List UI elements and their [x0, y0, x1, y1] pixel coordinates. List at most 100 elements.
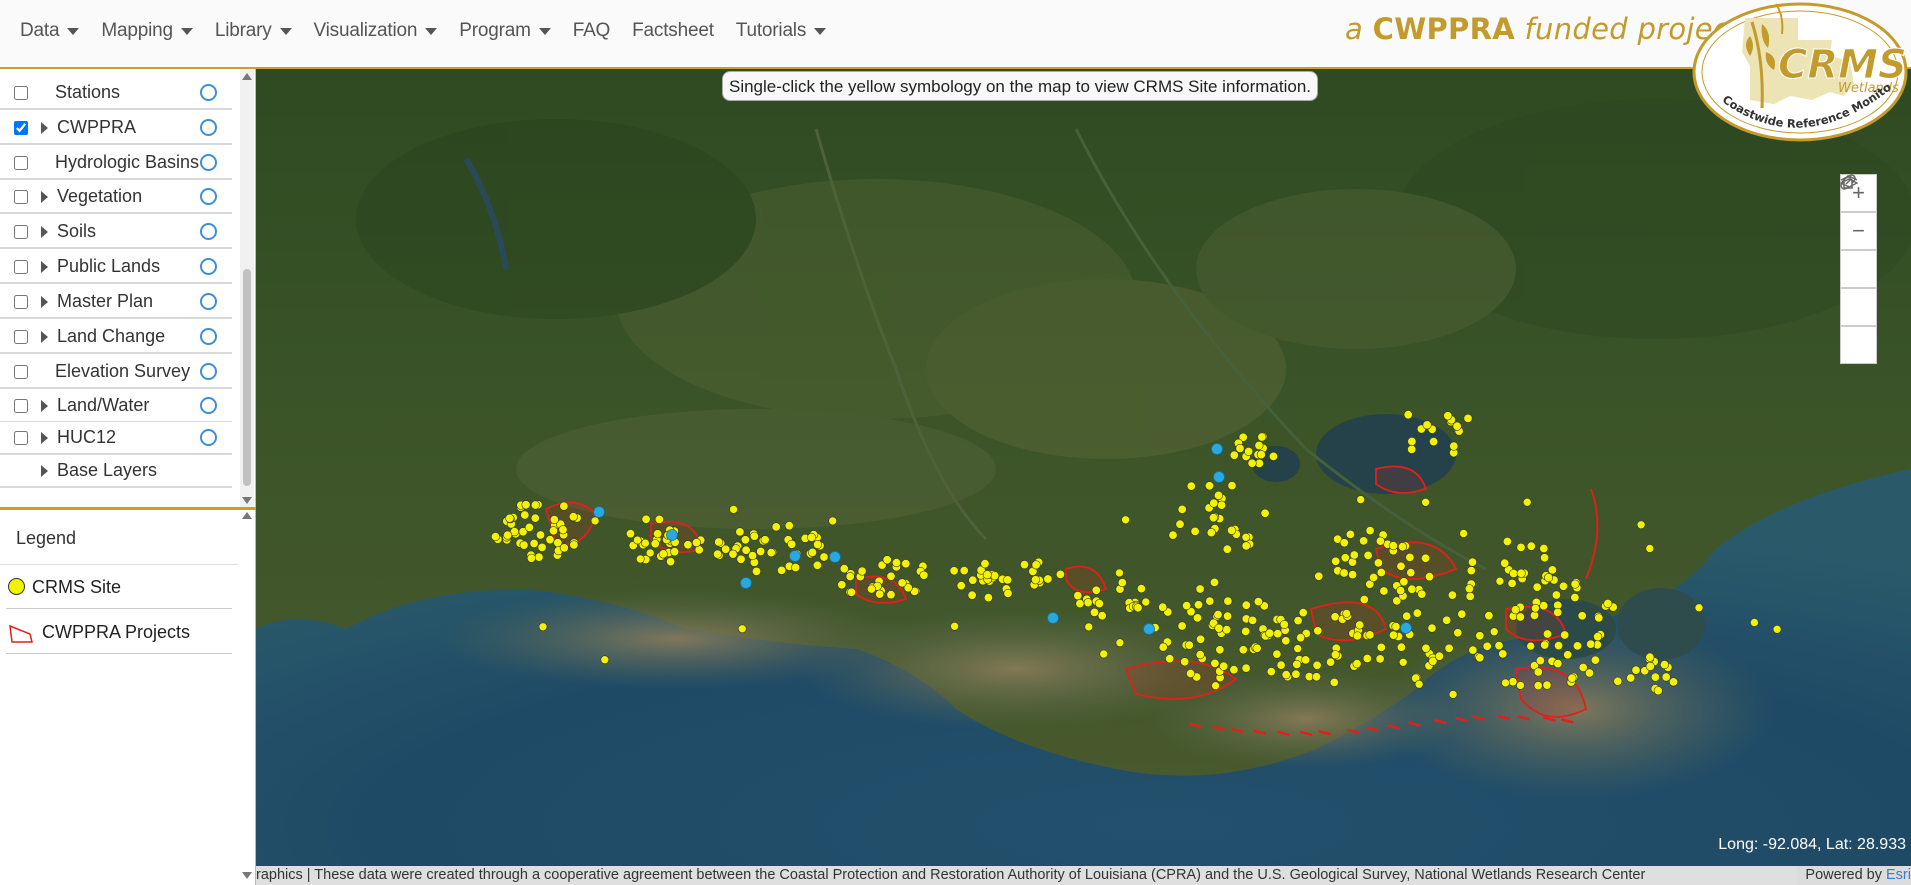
crms-site-marker[interactable] — [654, 514, 664, 524]
crms-site-marker[interactable] — [1177, 621, 1187, 631]
crms-site-marker[interactable] — [1329, 677, 1339, 687]
crms-site-marker[interactable] — [1089, 607, 1099, 617]
crms-site-marker[interactable] — [558, 525, 568, 535]
crms-site-marker[interactable] — [901, 559, 911, 569]
crms-site-marker[interactable] — [1204, 481, 1214, 491]
crms-site-marker[interactable] — [791, 562, 801, 572]
crms-site-marker[interactable] — [1515, 612, 1525, 622]
crms-site-marker[interactable] — [1209, 498, 1219, 508]
crms-site-marker[interactable] — [1403, 410, 1413, 420]
crms-site-marker[interactable] — [1539, 543, 1549, 553]
station-marker[interactable] — [666, 529, 678, 541]
crms-site-marker[interactable] — [1352, 631, 1362, 641]
esri-link[interactable]: Esri — [1886, 867, 1911, 883]
crms-site-marker[interactable] — [1516, 542, 1526, 552]
expand-triangle-icon[interactable] — [41, 121, 48, 134]
opacity-ring-icon[interactable] — [200, 293, 217, 310]
layer-checkbox-land-change[interactable] — [14, 329, 28, 344]
crms-site-marker[interactable] — [1559, 581, 1569, 591]
crms-site-marker[interactable] — [1543, 629, 1553, 639]
crms-site-marker[interactable] — [813, 539, 823, 549]
crms-site-marker[interactable] — [1547, 565, 1557, 575]
crms-site-marker[interactable] — [666, 557, 676, 567]
layer-row-huc12[interactable]: HUC12 — [0, 422, 232, 455]
nav-factsheet[interactable]: Factsheet — [632, 20, 714, 42]
crms-site-marker[interactable] — [1516, 568, 1526, 578]
expand-triangle-icon[interactable] — [41, 330, 48, 343]
crms-site-marker[interactable] — [1229, 450, 1239, 460]
opacity-ring-icon[interactable] — [200, 429, 217, 446]
crms-site-marker[interactable] — [1186, 481, 1196, 491]
layer-checkbox-public-lands[interactable] — [14, 259, 28, 274]
layer-checkbox-cwppra[interactable] — [14, 120, 28, 135]
crms-site-marker[interactable] — [1560, 630, 1570, 640]
crms-site-marker[interactable] — [1210, 658, 1220, 668]
crms-site-marker[interactable] — [635, 554, 645, 564]
crms-site-marker[interactable] — [1117, 578, 1127, 588]
nav-library[interactable]: Library — [215, 20, 292, 42]
layer-row-land-water[interactable]: Land/Water — [0, 390, 232, 423]
crms-site-marker[interactable] — [1459, 529, 1468, 538]
crms-site-marker[interactable] — [1196, 634, 1206, 644]
crms-site-marker[interactable] — [1391, 622, 1401, 632]
crms-site-marker[interactable] — [1186, 668, 1196, 678]
crms-site-marker[interactable] — [1398, 657, 1408, 667]
crms-site-marker[interactable] — [1465, 591, 1475, 601]
layer-row-hydrologic-basins[interactable]: Hydrologic Basins — [0, 147, 232, 180]
crms-site-marker[interactable] — [1406, 568, 1416, 578]
crms-site-marker[interactable] — [1645, 652, 1655, 662]
crms-site-marker[interactable] — [1578, 662, 1588, 672]
crms-site-marker[interactable] — [559, 501, 569, 511]
crms-site-marker[interactable] — [1429, 437, 1439, 447]
crms-site-marker[interactable] — [1362, 653, 1372, 663]
expand-triangle-icon[interactable] — [41, 260, 48, 273]
layer-checkbox-vegetation[interactable] — [14, 189, 28, 204]
crms-site-marker[interactable] — [1542, 680, 1552, 690]
station-marker[interactable] — [740, 577, 752, 589]
crms-site-marker[interactable] — [1184, 640, 1194, 650]
crms-site-marker[interactable] — [1133, 603, 1143, 613]
crms-site-marker[interactable] — [1365, 630, 1375, 640]
crms-site-marker[interactable] — [1241, 600, 1251, 610]
crms-site-marker[interactable] — [1500, 558, 1510, 568]
crms-site-marker[interactable] — [1573, 641, 1583, 651]
crms-site-marker[interactable] — [1533, 667, 1543, 677]
crms-site-marker[interactable] — [982, 570, 992, 580]
crms-site-marker[interactable] — [807, 547, 817, 557]
crms-site-marker[interactable] — [1192, 613, 1202, 623]
layer-row-public-lands[interactable]: Public Lands — [0, 251, 232, 284]
crms-site-marker[interactable] — [1195, 650, 1205, 660]
crms-site-marker[interactable] — [1268, 451, 1278, 461]
home-button[interactable] — [1840, 174, 1877, 288]
crms-site-marker[interactable] — [990, 571, 1000, 581]
expand-triangle-icon[interactable] — [41, 190, 48, 203]
crms-site-marker[interactable] — [1376, 567, 1386, 577]
crms-site-marker[interactable] — [1214, 623, 1224, 633]
crms-site-marker[interactable] — [1265, 628, 1275, 638]
crms-site-marker[interactable] — [1244, 446, 1254, 456]
crms-site-marker[interactable] — [1533, 681, 1543, 691]
crms-site-marker[interactable] — [568, 512, 578, 522]
station-marker[interactable] — [1143, 623, 1155, 635]
crms-site-marker[interactable] — [735, 527, 745, 537]
crms-site-marker[interactable] — [645, 548, 655, 558]
crms-site-marker[interactable] — [787, 539, 797, 549]
crms-site-marker[interactable] — [1653, 686, 1663, 696]
crms-site-marker[interactable] — [1463, 413, 1473, 423]
crms-site-marker[interactable] — [534, 552, 544, 562]
crms-site-marker[interactable] — [1453, 628, 1463, 638]
crms-site-marker[interactable] — [1396, 642, 1406, 652]
crms-site-marker[interactable] — [766, 548, 776, 558]
crms-site-marker[interactable] — [1195, 584, 1205, 594]
crms-site-marker[interactable] — [1158, 642, 1168, 652]
crms-site-marker[interactable] — [535, 530, 545, 540]
crms-site-marker[interactable] — [529, 538, 539, 548]
opacity-ring-icon[interactable] — [200, 223, 217, 240]
crms-site-marker[interactable] — [1507, 578, 1517, 588]
crms-site-marker[interactable] — [1501, 678, 1510, 688]
crms-site-marker[interactable] — [1468, 645, 1478, 655]
crms-site-marker[interactable] — [1219, 661, 1229, 671]
crms-site-marker[interactable] — [1509, 568, 1519, 578]
crms-site-marker[interactable] — [545, 535, 555, 545]
layer-row-soils[interactable]: Soils — [0, 216, 232, 249]
